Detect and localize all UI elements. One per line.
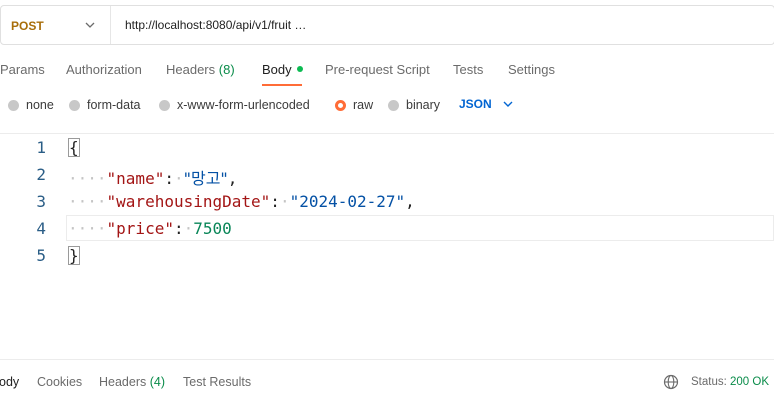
code-line: ····"price":·7500 [68, 219, 232, 238]
radio-circle [159, 99, 170, 111]
tab-body-label: Body [262, 62, 292, 77]
response-tab-test-results[interactable]: Test Results [183, 375, 251, 389]
colon: : [164, 169, 174, 188]
globe-icon[interactable] [663, 374, 679, 390]
radio-circle [388, 99, 399, 111]
line-number: 1 [36, 138, 46, 157]
tab-settings[interactable]: Settings [508, 62, 555, 77]
colon: : [173, 219, 184, 238]
response-tab-body[interactable]: ody [0, 375, 19, 389]
radio-raw[interactable]: raw [335, 97, 373, 113]
tab-authorization[interactable]: Authorization [66, 62, 142, 77]
radio-none[interactable]: none [8, 97, 54, 113]
radio-x-www-form-urlencoded[interactable]: x-www-form-urlencoded [159, 97, 310, 113]
whitespace-dot: · [279, 192, 290, 211]
status-label: Status: [691, 376, 727, 388]
divider [0, 359, 774, 360]
whitespace-dot: · [173, 169, 184, 188]
line-number: 4 [36, 219, 46, 238]
response-tab-cookies[interactable]: Cookies [37, 375, 82, 389]
format-select[interactable]: JSON [459, 97, 514, 111]
radio-binary[interactable]: binary [388, 97, 440, 113]
response-tab-headers-label: Headers [99, 375, 147, 389]
chevron-down-icon [503, 101, 513, 107]
radio-label: none [26, 98, 54, 112]
http-method-select[interactable]: POST [11, 19, 44, 33]
radio-circle-selected [335, 99, 346, 111]
radio-label: binary [406, 98, 441, 112]
radio-form-data[interactable]: form-data [69, 97, 141, 113]
format-select-label: JSON [459, 97, 492, 111]
radio-circle [69, 99, 80, 111]
radio-label: form-data [87, 98, 141, 112]
chevron-down-icon[interactable] [83, 18, 97, 32]
matched-brace-close: } [68, 246, 80, 265]
comma: , [405, 192, 415, 211]
divider [0, 133, 774, 134]
active-tab-underline [262, 84, 302, 86]
json-key: "name" [106, 169, 165, 188]
response-tab-headers[interactable]: Headers (4) [99, 375, 165, 389]
url-divider [110, 6, 111, 44]
line-number: 3 [36, 192, 46, 211]
tab-tests[interactable]: Tests [453, 62, 483, 77]
response-tab-headers-count: (4) [149, 375, 166, 389]
code-line: ····"warehousingDate":·"2024-02-27", [68, 192, 415, 211]
status-value: 200 OK [730, 376, 770, 388]
body-indicator-dot [296, 66, 303, 72]
tab-headers-count: (8) [218, 62, 235, 77]
json-key: "warehousingDate" [106, 192, 271, 211]
request-url-bar: POST http://localhost:8080/api/v1/fruit … [0, 5, 774, 45]
code-line: ····"name":·"망고", [68, 165, 237, 189]
json-key: "price" [106, 219, 174, 238]
comma: , [227, 169, 238, 188]
tab-body[interactable]: Body [262, 62, 303, 77]
indent-whitespace: ···· [68, 192, 107, 211]
line-number: 5 [36, 246, 46, 265]
json-string-value: "2024-02-27" [289, 192, 406, 211]
radio-circle [8, 99, 19, 111]
tab-headers[interactable]: Headers (8) [166, 62, 235, 77]
json-string-value: "망고" [183, 169, 228, 188]
tab-params[interactable]: Params [0, 62, 45, 77]
radio-label: raw [353, 98, 374, 112]
indent-whitespace: ···· [68, 219, 107, 238]
tab-pre-request-script[interactable]: Pre-request Script [325, 62, 430, 77]
whitespace-dot: · [183, 219, 194, 238]
radio-label: x-www-form-urlencoded [177, 98, 310, 112]
url-input[interactable]: http://localhost:8080/api/v1/fruit … [125, 18, 306, 32]
json-number-value: 7500 [193, 219, 232, 238]
colon: : [270, 192, 280, 211]
line-number: 2 [36, 165, 46, 184]
code-line: { [68, 138, 80, 157]
code-line: } [68, 246, 80, 265]
matched-brace-open: { [68, 138, 80, 157]
indent-whitespace: ···· [68, 169, 107, 188]
tab-headers-label: Headers [166, 62, 216, 77]
response-status: Status: 200 OK [691, 376, 769, 388]
